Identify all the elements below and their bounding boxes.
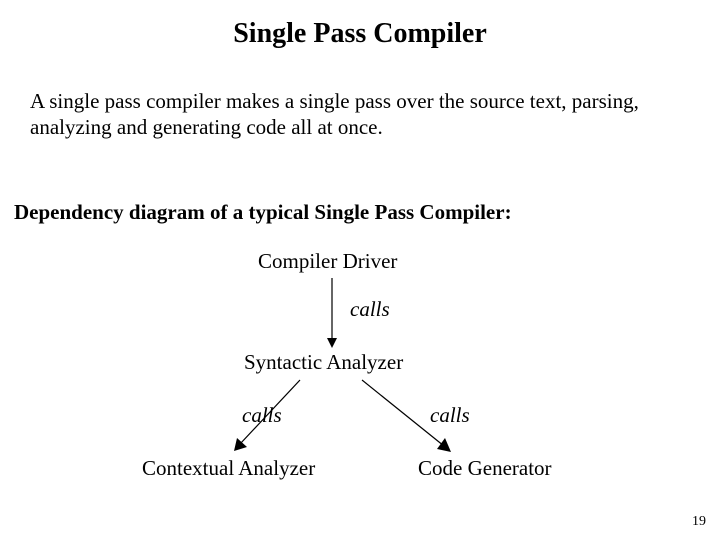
edge-label-driver-syntactic: calls	[350, 297, 390, 322]
node-code-generator: Code Generator	[418, 456, 552, 481]
arrowhead-syntactic-contextual	[234, 438, 247, 451]
node-compiler-driver: Compiler Driver	[258, 249, 397, 274]
intro-paragraph: A single pass compiler makes a single pa…	[30, 88, 670, 141]
node-syntactic-analyzer: Syntactic Analyzer	[244, 350, 403, 375]
page-number: 19	[692, 514, 706, 530]
edge-label-syntactic-codegen: calls	[430, 403, 470, 428]
arrowhead-syntactic-codegen	[437, 438, 451, 452]
edge-label-syntactic-contextual: calls	[242, 403, 282, 428]
slide-title: Single Pass Compiler	[0, 18, 720, 50]
node-contextual-analyzer: Contextual Analyzer	[142, 456, 315, 481]
diagram-subheading: Dependency diagram of a typical Single P…	[14, 200, 512, 225]
slide: { "title": "Single Pass Compiler", "intr…	[0, 0, 720, 540]
arrowhead-driver-syntactic	[327, 338, 337, 348]
